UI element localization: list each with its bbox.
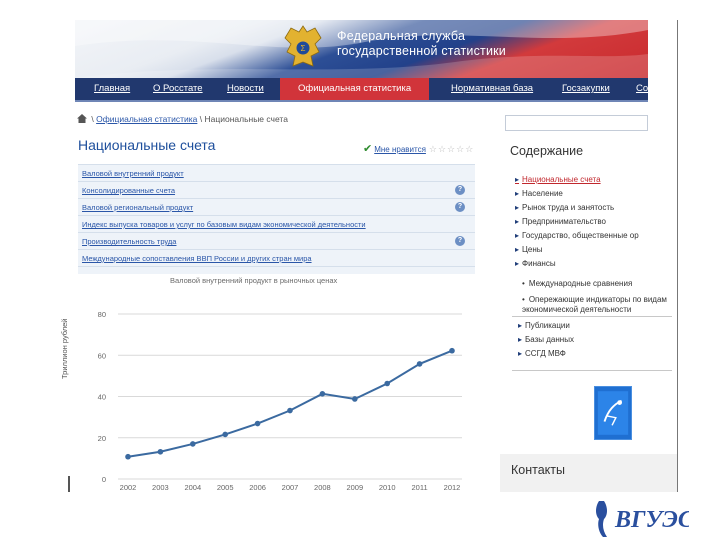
screenshot-border <box>68 476 70 492</box>
contacts-heading: Контакты <box>511 463 565 477</box>
site-banner: Σ Федеральная служба государственной ста… <box>75 20 648 78</box>
divider <box>512 316 672 317</box>
account-link[interactable]: Производительность труда <box>82 237 176 246</box>
data-point <box>287 407 293 414</box>
data-point <box>416 361 423 367</box>
sidebar-item-sdds-imf[interactable]: ССГД МВФ <box>518 349 566 358</box>
accounts-list: Валовой внутренний продукт Консолидирова… <box>78 164 475 274</box>
sidebar-item-prices[interactable]: Цены <box>515 245 543 254</box>
data-point <box>222 431 228 438</box>
sidebar-item-labour-market[interactable]: Рынок труда и занятость <box>515 203 614 212</box>
chart-plot: 0 20 40 60 80 2002 2003 2004 2005 2006 2007 2008 200… <box>98 310 462 492</box>
rating-stars[interactable]: ☆☆☆☆☆ <box>429 144 474 154</box>
gdp-chart: Валовой внутренний продукт в рыночных це… <box>60 274 470 492</box>
data-point <box>125 453 131 460</box>
check-icon: ✔ <box>363 143 373 155</box>
imf-logo-icon[interactable] <box>594 386 632 440</box>
list-item: Валовой внутренний продукт <box>78 165 475 182</box>
list-item: Индекс выпуска товаров и услуг по базовы… <box>78 216 475 233</box>
data-point <box>384 380 391 387</box>
list-item: Консолидированные счета ? <box>78 182 475 199</box>
breadcrumb-current: Национальные счета <box>204 114 288 124</box>
double-headed-eagle-emblem-icon: Σ <box>284 25 322 67</box>
help-icon[interactable]: ? <box>455 236 465 246</box>
breadcrumb: \ Официальная статистика \ Национальные … <box>77 114 288 124</box>
y-axis-title: Триллион рублей <box>60 318 69 379</box>
x-tick-label: 2006 <box>249 483 266 492</box>
x-tick-label: 2008 <box>314 483 331 492</box>
x-tick-label: 2002 <box>120 483 137 492</box>
x-tick-label: 2005 <box>217 483 234 492</box>
like-link[interactable]: Мне нравится <box>374 145 426 154</box>
y-tick-label: 60 <box>98 351 106 360</box>
data-point <box>190 441 196 447</box>
data-point <box>449 347 455 354</box>
help-icon[interactable]: ? <box>455 185 465 195</box>
home-icon[interactable] <box>77 114 87 123</box>
data-point <box>254 420 261 427</box>
search-input[interactable] <box>505 115 648 131</box>
sidebar-item-entrepreneurship[interactable]: Предпринимательство <box>515 217 606 226</box>
x-tick-label: 2012 <box>444 483 461 492</box>
account-link[interactable]: Консолидированные счета <box>82 186 175 195</box>
sidebar-item-national-accounts[interactable]: Национальные счета <box>515 175 601 184</box>
sidebar-item-publications[interactable]: Публикации <box>518 321 570 330</box>
x-tick-label: 2003 <box>152 483 169 492</box>
account-link[interactable]: Валовой внутренний продукт <box>82 169 184 178</box>
menu-item-about[interactable]: О Росстате <box>153 83 203 94</box>
page-title: Национальные счета <box>78 137 216 153</box>
data-point <box>319 391 326 397</box>
data-point <box>352 396 358 402</box>
main-menu: Главная О Росстате Новости Официальная с… <box>75 78 648 102</box>
account-link[interactable]: Индекс выпуска товаров и услуг по базовы… <box>82 220 366 229</box>
y-tick-label: 20 <box>98 434 106 443</box>
list-item: Производительность труда ? <box>78 233 475 250</box>
menu-item-regulations[interactable]: Нормативная база <box>451 83 533 94</box>
menu-item-official-statistics[interactable]: Официальная статистика <box>280 78 430 100</box>
x-tick-label: 2011 <box>412 483 428 492</box>
vguess-logo: ВГУЭС <box>596 501 689 537</box>
x-tick-label: 2010 <box>379 483 396 492</box>
org-name-line1: Федеральная служба <box>337 29 466 43</box>
account-link[interactable]: Международные сопоставления ВВП России и… <box>82 254 312 263</box>
sidebar-item-finance[interactable]: Финансы <box>515 259 556 268</box>
list-item: Валовой региональный продукт ? <box>78 199 475 216</box>
breadcrumb-separator: \ <box>199 114 203 124</box>
menu-item-news[interactable]: Новости <box>227 83 264 94</box>
organization-name: Федеральная служба государственной стати… <box>337 29 506 59</box>
list-item: Международные сопоставления ВВП России и… <box>78 250 475 267</box>
y-tick-label: 0 <box>102 475 106 484</box>
sidebar-subitem-leading-indicators[interactable]: Опережающие индикаторы по видам экономич… <box>522 295 677 315</box>
breadcrumb-link[interactable]: Официальная статистика <box>96 114 197 124</box>
sidebar-heading: Содержание <box>510 144 584 158</box>
data-point <box>157 448 164 455</box>
sidebar-subitem-international-comparison[interactable]: Международные сравнения <box>522 279 632 289</box>
y-tick-label: 80 <box>98 310 106 319</box>
x-tick-label: 2009 <box>346 483 363 492</box>
x-tick-label: 2007 <box>282 483 299 492</box>
series-line <box>127 349 453 458</box>
vguess-logo-text: ВГУЭС <box>614 507 689 533</box>
sidebar-item-databases[interactable]: Базы данных <box>518 335 574 344</box>
y-tick-label: 40 <box>98 393 106 402</box>
svg-text:Σ: Σ <box>301 44 306 53</box>
website-screenshot: Σ Федеральная служба государственной ста… <box>75 20 648 274</box>
like-widget: ✔ Мне нравится ☆☆☆☆☆ <box>363 142 474 155</box>
x-tick-label: 2004 <box>184 483 201 492</box>
sidebar-lower: Международные сравнения Опережающие инди… <box>500 274 677 492</box>
breadcrumb-separator: \ <box>91 114 94 124</box>
sidebar-item-state[interactable]: Государство, общественные ор <box>515 231 639 240</box>
screenshot-border <box>677 20 678 492</box>
menu-item-home[interactable]: Главная <box>94 83 130 94</box>
help-icon[interactable]: ? <box>455 202 465 212</box>
account-link[interactable]: Валовой региональный продукт <box>82 203 193 212</box>
chart-title: Валовой внутренний продукт в рыночных це… <box>170 276 338 285</box>
org-name-line2: государственной статистики <box>337 44 506 58</box>
divider <box>512 370 672 371</box>
sidebar-item-population[interactable]: Население <box>515 189 563 198</box>
menu-item-procurement[interactable]: Госзакупки <box>562 83 610 94</box>
menu-item-truncated[interactable]: Со <box>636 83 648 94</box>
